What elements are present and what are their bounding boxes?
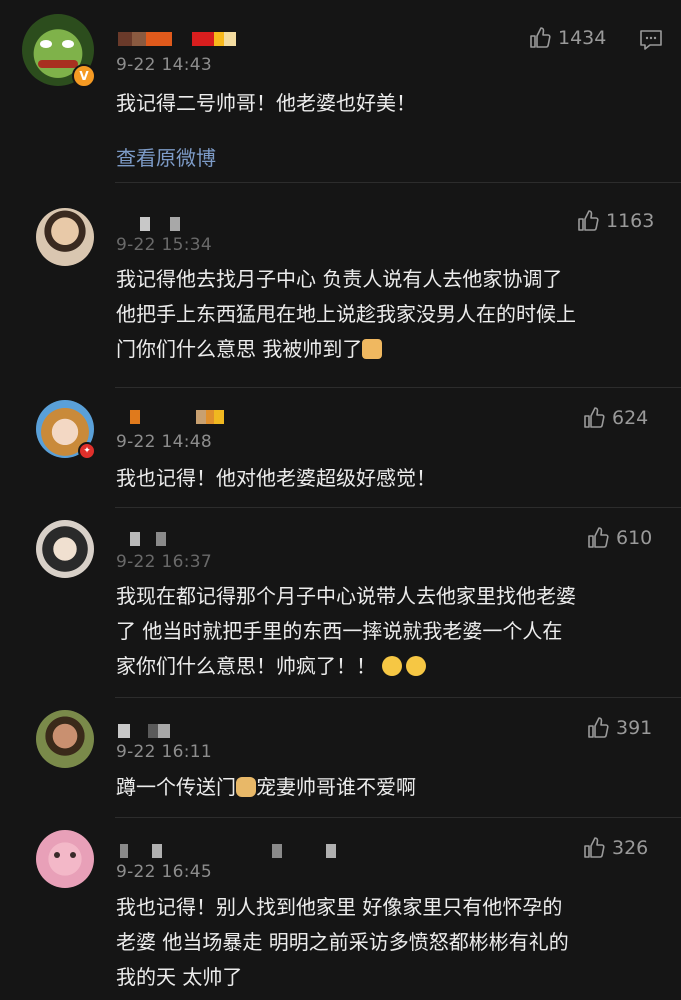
thumb-up-icon bbox=[584, 837, 605, 858]
like-count: 326 bbox=[612, 837, 649, 859]
like-button[interactable]: 610 bbox=[586, 526, 652, 550]
username[interactable] bbox=[130, 532, 166, 550]
comment-time: 9-22 16:45 bbox=[116, 862, 212, 882]
username[interactable] bbox=[118, 724, 170, 742]
crying-emoji-icon bbox=[406, 656, 427, 676]
like-count: 1163 bbox=[606, 210, 655, 232]
username[interactable] bbox=[140, 217, 180, 235]
avatar[interactable] bbox=[36, 520, 94, 578]
comment-item: 9-22 16:37 我现在都记得那个月子中心说带人去他家里找他老婆 了 他当时… bbox=[0, 508, 681, 698]
avatar[interactable] bbox=[36, 830, 94, 888]
avatar[interactable] bbox=[36, 710, 94, 768]
comment-time: 9-22 14:43 bbox=[116, 55, 212, 75]
comment-time: 9-22 16:11 bbox=[116, 742, 212, 762]
like-count: 624 bbox=[612, 407, 649, 429]
comment-time: 9-22 16:37 bbox=[116, 552, 212, 572]
like-button[interactable]: 1434 bbox=[528, 26, 606, 50]
thumb-up-icon bbox=[530, 27, 551, 48]
comment-item: 9-22 16:45 我也记得！别人找到他家里 好像家里只有他怀孕的 老婆 他当… bbox=[0, 818, 681, 1000]
comment-item: V 9-22 14:43 我记得二号帅哥！他老婆也好美！ 查看原微博 1434 bbox=[0, 0, 681, 180]
thumb-up-icon bbox=[588, 717, 609, 738]
comment-text: 我记得二号帅哥！他老婆也好美！ bbox=[116, 91, 416, 115]
like-button[interactable]: 624 bbox=[582, 406, 648, 430]
thumbs-up-emoji-icon bbox=[362, 339, 383, 359]
comment-item: 9-22 15:34 我记得他去找月子中心 负责人说有人去他家协调了 他把手上东… bbox=[0, 183, 681, 388]
comment-icon[interactable] bbox=[638, 28, 664, 52]
username[interactable] bbox=[118, 32, 236, 50]
comment-text: 我也记得！他对他老婆超级好感觉！ bbox=[116, 466, 436, 490]
comment-text: 蹲一个传送门 宠妻帅哥谁不爱啊 bbox=[116, 775, 416, 799]
like-button[interactable]: 326 bbox=[582, 836, 648, 860]
comment-time: 9-22 15:34 bbox=[116, 235, 212, 255]
thumb-up-icon bbox=[588, 527, 609, 548]
username[interactable] bbox=[120, 844, 336, 862]
comment-feed: V 9-22 14:43 我记得二号帅哥！他老婆也好美！ 查看原微博 1434 … bbox=[0, 0, 681, 1000]
avatar[interactable]: V bbox=[22, 14, 96, 88]
comment-item: 9-22 16:11 蹲一个传送门 宠妻帅哥谁不爱啊 391 bbox=[0, 698, 681, 818]
like-count: 391 bbox=[616, 717, 653, 739]
avatar[interactable] bbox=[36, 208, 94, 266]
comment-text: 我记得他去找月子中心 负责人说有人去他家协调了 他把手上东西猛甩在地上说趁我家没… bbox=[116, 267, 576, 361]
verified-badge-icon: V bbox=[72, 64, 96, 88]
view-original-link[interactable]: 查看原微博 bbox=[116, 142, 216, 171]
thumb-up-icon bbox=[584, 407, 605, 428]
like-button[interactable]: 391 bbox=[586, 716, 652, 740]
comment-item: ✦ 9-22 14:48 我也记得！他对他老婆超级好感觉！ 624 bbox=[0, 388, 681, 508]
avatar[interactable]: ✦ bbox=[36, 400, 96, 460]
crying-emoji-icon bbox=[382, 656, 403, 676]
like-count: 610 bbox=[616, 527, 653, 549]
comment-text: 我现在都记得那个月子中心说带人去他家里找他老婆 了 他当时就把手里的东西一摔说就… bbox=[116, 584, 576, 678]
comment-text: 我也记得！别人找到他家里 好像家里只有他怀孕的 老婆 他当场暴走 明明之前采访多… bbox=[116, 895, 569, 989]
thumb-up-icon bbox=[578, 210, 599, 231]
username[interactable] bbox=[130, 410, 224, 428]
like-count: 1434 bbox=[558, 27, 607, 49]
red-badge-icon: ✦ bbox=[78, 442, 96, 460]
doge-emoji-icon bbox=[236, 777, 256, 797]
like-button[interactable]: 1163 bbox=[576, 209, 654, 233]
comment-time: 9-22 14:48 bbox=[116, 432, 212, 452]
